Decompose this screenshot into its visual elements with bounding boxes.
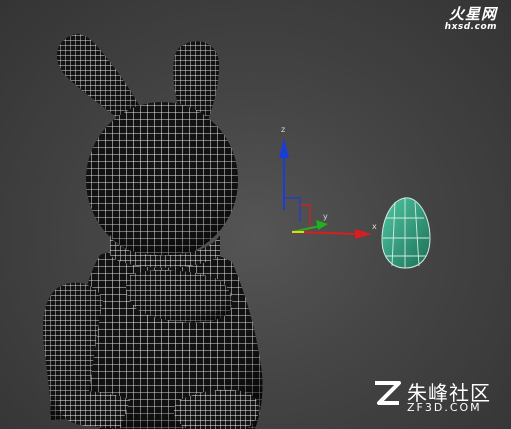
gizmo-y-arrowhead[interactable] (316, 220, 328, 230)
gizmo-x-label: x (372, 222, 377, 231)
egg-object[interactable] (381, 197, 431, 269)
watermark-top-logo: 火星网 hxsd.com (413, 3, 497, 35)
bunny-head (86, 102, 238, 268)
gizmo-z-label: z (281, 125, 285, 134)
bunny-wireframe-mesh[interactable] (43, 33, 263, 429)
gizmo-z-arrowhead[interactable] (279, 138, 289, 158)
watermark-top-url: hxsd.com (444, 22, 497, 32)
transform-gizmo[interactable]: z y x (279, 125, 377, 239)
gizmo-x-axis[interactable] (299, 231, 356, 235)
watermark-bottom-logo: 朱峰社区 ZF3D.COM (369, 375, 499, 417)
gizmo-y-label: y (323, 212, 328, 221)
watermark-bottom-url: ZF3D.COM (407, 401, 482, 414)
zf-logo-icon (375, 381, 401, 405)
viewport-3d[interactable]: z y x 火星网 hxsd.com 朱峰社区 ZF3D.COM (0, 0, 511, 429)
watermark-top-brand: 火星网 (448, 5, 497, 23)
gizmo-plane-handle[interactable] (284, 197, 301, 222)
gizmo-x-arrowhead[interactable] (355, 229, 372, 239)
gizmo-plane-handle-x[interactable] (300, 204, 311, 228)
